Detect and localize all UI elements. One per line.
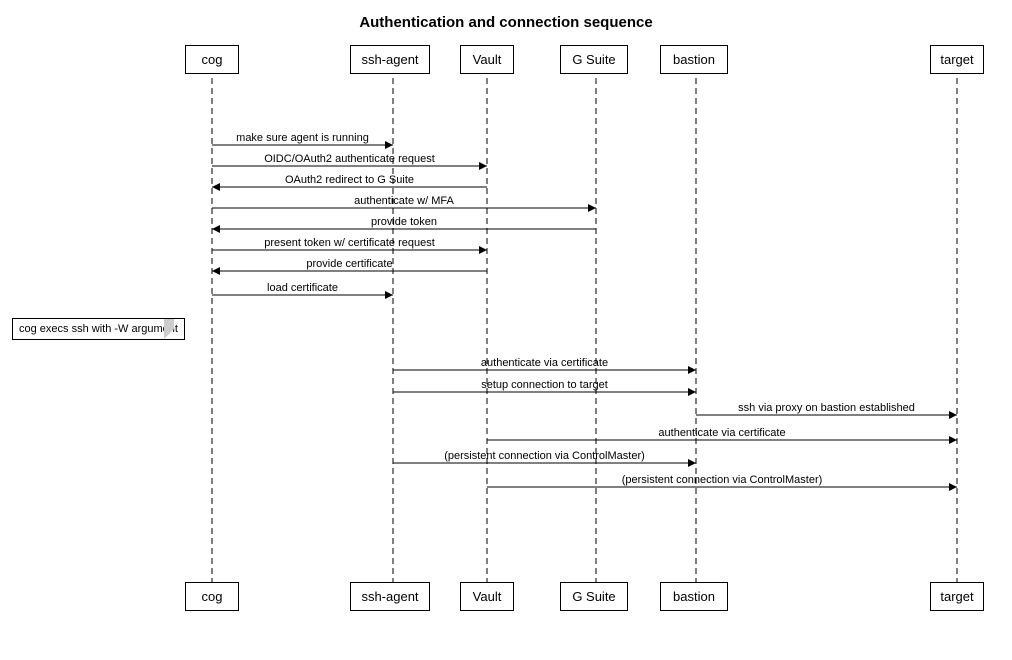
svg-text:authenticate via certificate: authenticate via certificate (481, 357, 608, 369)
svg-text:(persistent connection via Con: (persistent connection via ControlMaster… (622, 474, 823, 486)
svg-text:provide token: provide token (371, 216, 437, 228)
actor-target-bottom: target (930, 582, 984, 611)
svg-text:authenticate w/ MFA: authenticate w/ MFA (354, 195, 454, 207)
actor-bastion-bottom: bastion (660, 582, 728, 611)
svg-text:(persistent connection via Con: (persistent connection via ControlMaster… (444, 450, 645, 462)
actor-sshagent-bottom: ssh-agent (350, 582, 430, 611)
svg-text:ssh via proxy on bastion estab: ssh via proxy on bastion established (738, 402, 915, 414)
svg-text:make sure agent is running: make sure agent is running (236, 132, 369, 144)
svg-text:setup connection to target: setup connection to target (481, 379, 608, 391)
diagram-title: Authentication and connection sequence (0, 14, 1012, 31)
actor-bastion-top: bastion (660, 45, 728, 74)
actor-target-top: target (930, 45, 984, 74)
actor-gsuite-top: G Suite (560, 45, 628, 74)
actor-sshagent-top: ssh-agent (350, 45, 430, 74)
svg-text:present token w/ certificate r: present token w/ certificate request (264, 237, 435, 249)
actor-gsuite-bottom: G Suite (560, 582, 628, 611)
actor-cog-top: cog (185, 45, 239, 74)
svg-text:OAuth2 redirect to G Suite: OAuth2 redirect to G Suite (285, 174, 414, 186)
actor-vault-top: Vault (460, 45, 514, 74)
svg-text:OIDC/OAuth2 authenticate reque: OIDC/OAuth2 authenticate request (264, 153, 435, 165)
svg-text:authenticate via certificate: authenticate via certificate (658, 427, 785, 439)
actor-cog-bottom: cog (185, 582, 239, 611)
svg-text:provide certificate: provide certificate (306, 258, 392, 270)
diagram: Authentication and connection sequence m… (0, 0, 1012, 660)
actor-vault-bottom: Vault (460, 582, 514, 611)
note-cog-execs: cog execs ssh with -W argument (12, 318, 185, 340)
svg-text:load certificate: load certificate (267, 282, 338, 294)
